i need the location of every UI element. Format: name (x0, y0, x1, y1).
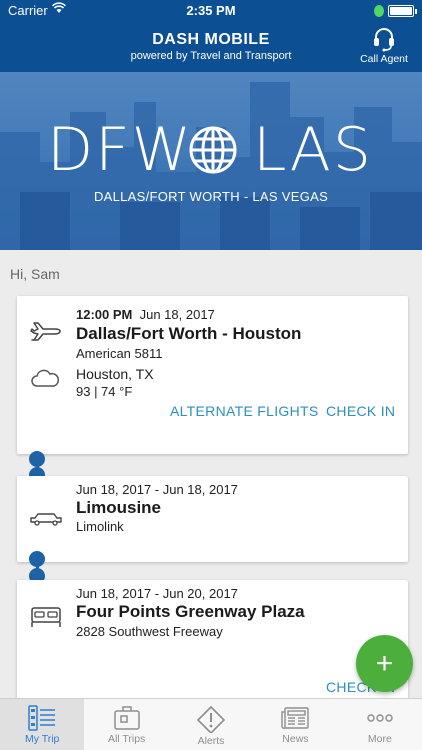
add-item-button[interactable]: + (356, 635, 413, 692)
hotel-address: 2828 Southwest Freeway (76, 624, 223, 639)
flight-card[interactable]: 12:00 PM Jun 18, 2017 Dallas/Fort Worth … (17, 296, 408, 454)
timeline-dot (29, 451, 45, 467)
hotel-dates: Jun 18, 2017 - Jun 20, 2017 (76, 586, 238, 601)
tab-label: All Trips (107, 733, 146, 745)
car-icon (30, 513, 62, 526)
battery-icon (388, 5, 417, 17)
call-agent-label: Call Agent (360, 53, 408, 65)
tab-label: My Trip (24, 733, 60, 745)
suitcase-icon (113, 706, 140, 730)
trip-hero-banner: DFW LAS DALLAS/FORT WORTH - LAS VEGAS (0, 72, 422, 250)
headset-icon (374, 28, 394, 52)
call-agent-button[interactable]: Call Agent (356, 26, 412, 65)
destination-airport-code: LAS (253, 115, 373, 185)
flight-time: 12:00 PM (76, 307, 133, 322)
route-display: DFW LAS (0, 114, 422, 186)
weather-location: Houston, TX (76, 366, 154, 382)
app-header: DASH MOBILE powered by Travel and Transp… (0, 22, 422, 72)
limo-provider: Limolink (76, 519, 124, 534)
limousine-card[interactable]: Jun 18, 2017 - Jun 18, 2017 Limousine Li… (17, 476, 408, 562)
hotel-card[interactable]: Jun 18, 2017 - Jun 20, 2017 Four Points … (17, 580, 408, 710)
timeline-dot (29, 551, 45, 567)
tab-my-trip[interactable]: My Trip (0, 699, 85, 750)
alert-icon (196, 705, 226, 733)
flight-route-title: Dallas/Fort Worth - Houston (76, 324, 302, 343)
weather-temps: 93 | 74 °F (76, 384, 133, 399)
bottom-tab-bar: My Trip All Trips Alerts News More (0, 698, 422, 750)
charging-icon (374, 5, 384, 17)
limo-dates: Jun 18, 2017 - Jun 18, 2017 (76, 482, 238, 497)
globe-icon (189, 126, 237, 174)
plus-icon: + (375, 647, 394, 680)
my-trip-icon (28, 705, 56, 731)
hotel-title: Four Points Greenway Plaza (76, 602, 305, 621)
alternate-flights-button[interactable]: ALTERNATE FLIGHTS (170, 403, 319, 419)
newspaper-icon (281, 707, 310, 729)
tab-alerts[interactable]: Alerts (169, 699, 253, 750)
status-bar: Carrier 2:35 PM (0, 0, 422, 22)
tab-label: News (282, 733, 309, 745)
tab-news[interactable]: News (253, 699, 337, 750)
limo-title: Limousine (76, 498, 162, 517)
tab-all-trips[interactable]: All Trips (84, 699, 168, 750)
origin-airport-code: DFW (46, 115, 193, 185)
bed-icon (31, 607, 61, 627)
flight-datetime: 12:00 PM Jun 18, 2017 (76, 307, 215, 322)
cloud-icon (31, 369, 60, 387)
airplane-icon (30, 322, 61, 341)
flight-date: Jun 18, 2017 (139, 307, 215, 322)
tab-label: Alerts (197, 735, 225, 747)
more-icon (367, 714, 393, 722)
status-time: 2:35 PM (186, 3, 236, 18)
flight-check-in-button[interactable]: CHECK IN (326, 403, 395, 419)
greeting-text: Hi, Sam (10, 266, 60, 282)
tab-more[interactable]: More (338, 699, 422, 750)
tab-label: More (367, 733, 392, 745)
route-cities: DALLAS/FORT WORTH - LAS VEGAS (93, 189, 329, 204)
flight-carrier: American 5811 (76, 346, 163, 361)
